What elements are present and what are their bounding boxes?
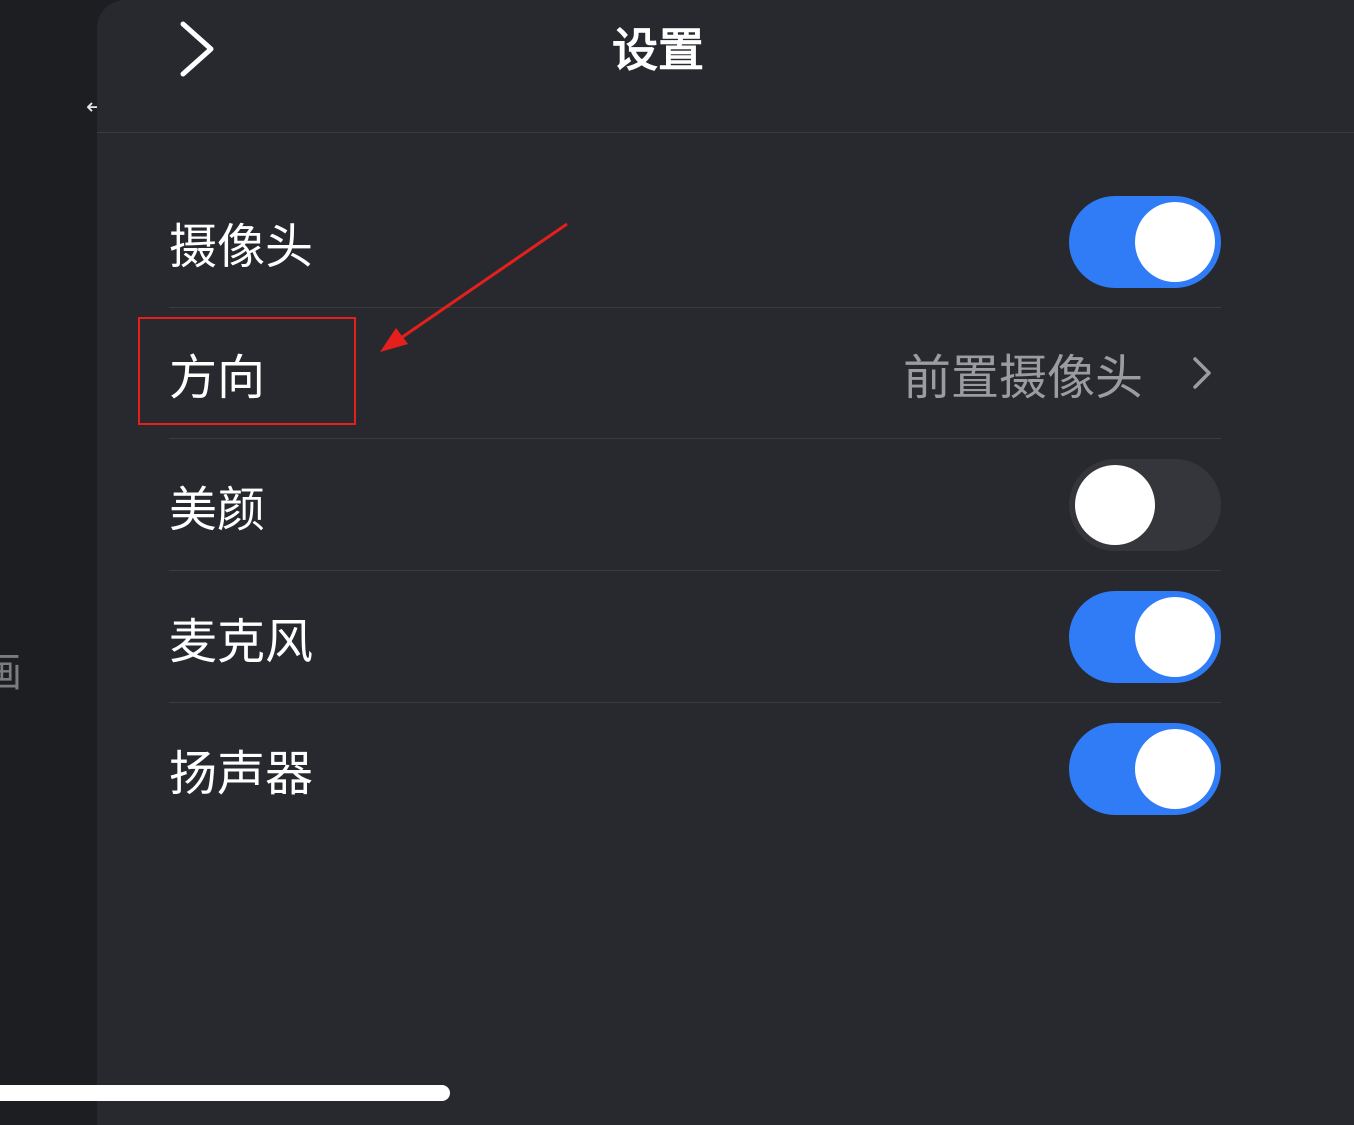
settings-header: 设置: [97, 0, 1354, 133]
beauty-toggle[interactable]: [1069, 458, 1221, 551]
setting-row-beauty[interactable]: 美颜: [169, 439, 1221, 571]
annotation-highlight-box: [138, 317, 356, 425]
microphone-toggle[interactable]: [1069, 590, 1221, 683]
camera-toggle[interactable]: [1069, 195, 1221, 288]
setting-row-microphone[interactable]: 麦克风: [169, 571, 1221, 703]
toggle-knob: [1135, 728, 1215, 809]
settings-panel: 设置 摄像头 方向 前置摄像头 美颜 麦克风 扬声器: [97, 0, 1354, 1125]
setting-label: 麦克风: [169, 613, 314, 670]
setting-label: 扬声器: [169, 745, 314, 802]
toggle-knob: [1075, 464, 1155, 545]
home-indicator[interactable]: [0, 1085, 450, 1101]
speaker-toggle[interactable]: [1069, 722, 1221, 815]
setting-label: 摄像头: [169, 218, 314, 275]
setting-row-camera[interactable]: 摄像头: [169, 176, 1221, 308]
toggle-knob: [1135, 201, 1215, 282]
backdrop-partial-text: 画: [0, 650, 22, 696]
setting-row-speaker[interactable]: 扬声器: [169, 703, 1221, 834]
setting-label: 美颜: [169, 481, 266, 538]
page-title: 设置: [612, 23, 704, 77]
chevron-right-icon: [1187, 353, 1217, 393]
direction-value: 前置摄像头: [902, 349, 1143, 406]
toggle-knob: [1135, 596, 1215, 677]
